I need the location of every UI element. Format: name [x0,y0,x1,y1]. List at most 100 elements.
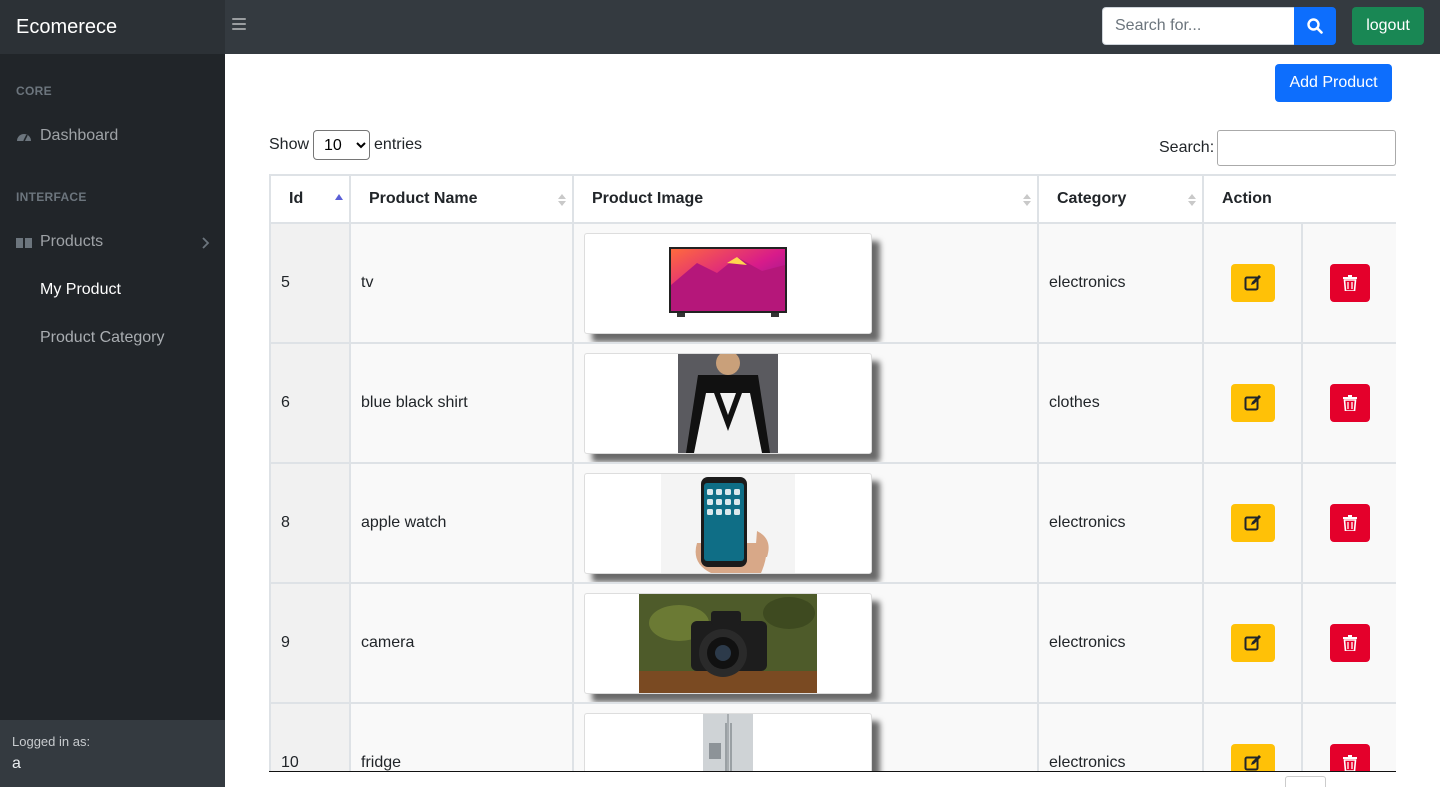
cell-id: 10 [269,702,351,771]
cell-edit [1202,462,1303,584]
cell-category: electronics [1037,222,1204,344]
sidebar-item-my-product[interactable]: My Product [40,281,121,299]
sidebar-item-label: Products [40,233,104,250]
brand-title[interactable]: Ecomerece [0,0,225,54]
cell-delete [1301,222,1396,344]
cell-category: clothes [1037,342,1204,464]
sidebar-footer: Logged in as: a [0,720,225,787]
cell-product-name: camera [349,582,574,704]
cell-edit [1202,582,1303,704]
add-product-button[interactable]: Add Product [1275,64,1392,102]
table-header-row: Id Product Name Product Image Category A… [269,174,1396,224]
table-search-input[interactable] [1217,130,1397,166]
cell-id: 6 [269,342,351,464]
products-table: Id Product Name Product Image Category A… [269,174,1396,771]
edit-button[interactable] [1230,264,1275,302]
delete-button[interactable] [1329,624,1370,662]
sort-both-icon [1023,194,1031,206]
search-icon [1307,18,1323,34]
column-header-category[interactable]: Category [1037,174,1204,224]
sort-both-icon [558,194,566,206]
edit-icon [1244,755,1261,771]
sidebar: CORE Dashboard INTERFACE Products My Pro… [0,54,225,787]
cell-product-name: tv [349,222,574,344]
cell-product-image [572,462,1039,584]
trash-icon [1342,395,1357,411]
delete-button[interactable] [1329,504,1370,542]
cell-product-name: fridge [349,702,574,771]
table-search: Search: [1159,130,1397,166]
cell-product-name: blue black shirt [349,342,574,464]
show-label: Show [269,136,310,153]
cell-edit [1202,222,1303,344]
edit-button[interactable] [1230,624,1275,662]
cell-delete [1301,462,1396,584]
top-navbar: Ecomerece logout [0,0,1440,54]
fridge-image [584,712,872,771]
delete-button[interactable] [1329,744,1370,771]
book-open-icon [16,235,32,249]
edit-icon [1244,275,1261,291]
edit-icon [1244,515,1261,531]
cell-edit [1202,342,1303,464]
cell-delete [1301,582,1396,704]
page-length-select[interactable]: 10 25 50 100 [313,130,371,160]
edit-icon [1244,635,1261,651]
logged-in-user: a [12,755,21,772]
camera-image [584,592,872,694]
sort-both-icon [1188,194,1196,206]
page-length-control: Show 10 25 50 100 entries [269,130,422,160]
sidebar-item-dashboard[interactable]: Dashboard [16,124,118,148]
trash-icon [1342,635,1357,651]
sidebar-item-product-category[interactable]: Product Category [40,329,165,347]
table-search-label: Search: [1159,139,1215,156]
cell-delete [1301,342,1396,464]
cell-edit [1202,702,1303,771]
column-header-id[interactable]: Id [269,174,351,224]
edit-button[interactable] [1230,744,1275,771]
navbar-search-input[interactable] [1102,7,1294,45]
table-row: 9 camera electronics [269,582,1396,704]
delete-button[interactable] [1329,384,1370,422]
cell-category: electronics [1037,462,1204,584]
cell-product-image [572,222,1039,344]
delete-button[interactable] [1329,264,1370,302]
table-row: 6 blue black shirt clothes [269,342,1396,464]
sidebar-item-products[interactable]: Products [16,230,103,254]
cell-category: electronics [1037,702,1204,771]
sidebar-toggle-icon[interactable] [232,18,246,34]
cell-id: 8 [269,462,351,584]
edit-icon [1244,395,1261,411]
navbar-search [1102,7,1336,45]
navbar-search-button[interactable] [1294,7,1336,45]
products-table-wrapper: Id Product Name Product Image Category A… [269,174,1396,772]
trash-icon [1342,275,1357,291]
pagination-button[interactable] [1285,776,1326,787]
column-header-product-image[interactable]: Product Image [572,174,1039,224]
column-header-product-name[interactable]: Product Name [349,174,574,224]
trash-icon [1342,515,1357,531]
trash-icon [1342,755,1357,771]
cell-product-image [572,582,1039,704]
phone-image [584,472,872,574]
logged-in-label: Logged in as: [12,734,91,749]
table-row: 10 fridge electronics [269,702,1396,771]
sort-ascending-icon [335,194,343,200]
cell-category: electronics [1037,582,1204,704]
sidebar-heading-interface: INTERFACE [16,190,87,204]
edit-button[interactable] [1230,384,1275,422]
tachometer-icon [16,129,32,143]
edit-button[interactable] [1230,504,1275,542]
entries-label: entries [374,136,423,153]
table-row: 5 tv electronics [269,222,1396,344]
cell-id: 9 [269,582,351,704]
cell-product-image [572,342,1039,464]
shirt-image [584,352,872,454]
chevron-right-icon[interactable] [200,236,210,250]
logout-button[interactable]: logout [1352,7,1424,45]
sidebar-heading-core: CORE [16,84,52,98]
column-header-action: Action [1202,174,1396,224]
cell-delete [1301,702,1396,771]
cell-product-name: apple watch [349,462,574,584]
cell-product-image [572,702,1039,771]
